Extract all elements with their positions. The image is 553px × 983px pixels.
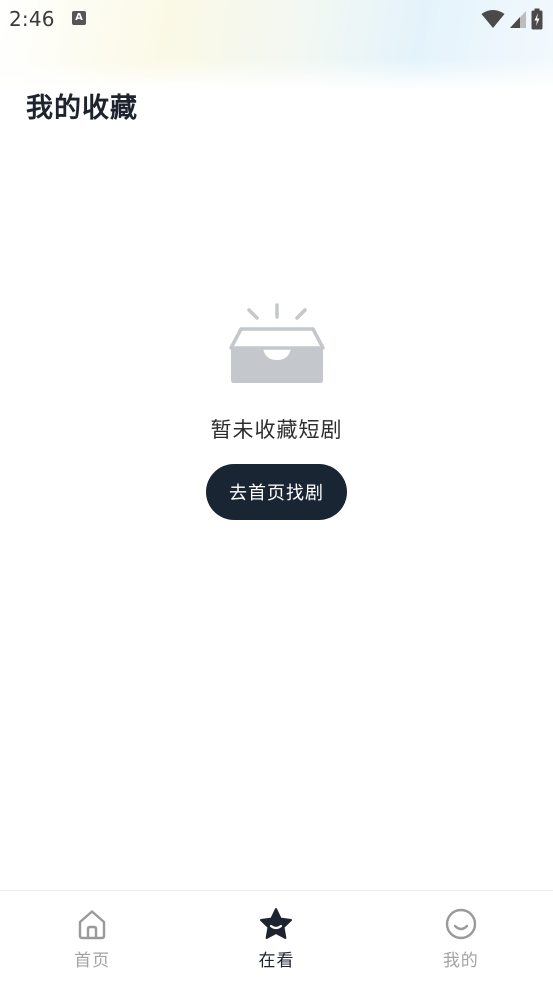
go-home-button[interactable]: 去首页找剧 [206, 464, 347, 520]
screen: 2:46 A 我的收藏 暂未收藏短剧 去首页找剧 首页 在看 我的 [0, 0, 553, 983]
cell-signal-icon [510, 11, 526, 28]
star-icon [260, 908, 293, 939]
status-time: 2:46 [9, 7, 55, 31]
empty-state: 暂未收藏短剧 去首页找剧 [0, 300, 553, 520]
page-title: 我的收藏 [26, 93, 138, 124]
nav-item-watching[interactable]: 在看 [184, 891, 368, 983]
wifi-icon [481, 10, 505, 28]
nav-label-mine: 我的 [442, 951, 479, 971]
nav-item-home[interactable]: 首页 [0, 891, 184, 983]
nav-label-home: 首页 [74, 951, 111, 971]
nav-label-watching: 在看 [258, 951, 295, 971]
empty-inbox-icon [228, 303, 325, 383]
status-bar: 2:46 A [0, 0, 553, 38]
smiley-icon [445, 908, 477, 940]
notification-a-icon: A [72, 11, 86, 25]
empty-message: 暂未收藏短剧 [210, 418, 343, 442]
status-indicators [481, 8, 543, 30]
bottom-nav: 首页 在看 我的 [0, 890, 553, 983]
home-icon [78, 910, 106, 940]
nav-item-mine[interactable]: 我的 [369, 891, 553, 983]
battery-icon [531, 8, 543, 30]
